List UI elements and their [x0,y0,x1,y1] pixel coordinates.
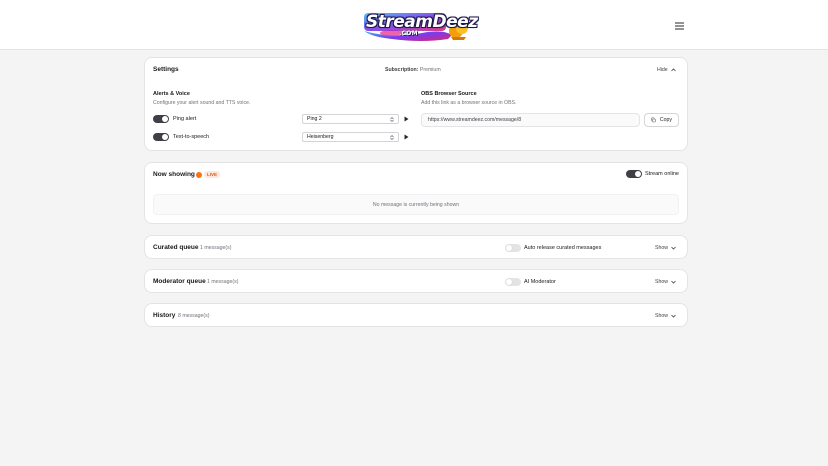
settings-title: Settings [153,66,179,73]
toggle-knob [162,134,168,140]
alerts-voice-title: Alerts & Voice [153,91,190,97]
tts-voice-value: Heisenberg [307,134,334,140]
ping-sound-select[interactable]: Ping 2 [302,114,399,124]
copy-icon [651,117,656,123]
ping-sound-value: Ping 2 [307,116,322,122]
chevron-down-icon [671,246,676,250]
alerts-voice-description: Configure your alert sound and TTS voice… [153,100,251,106]
toggle-knob [635,171,641,177]
history-show-button[interactable]: Show [655,313,676,319]
tts-voice-select[interactable]: Heisenberg [302,132,399,142]
live-indicator-dot [196,172,202,178]
logo-subtext: .COM [399,30,418,37]
play-icon [404,134,408,140]
ping-play-button[interactable] [401,114,411,124]
subscription-status: Subscription: Premium [385,67,441,73]
tts-play-button[interactable] [401,132,411,142]
obs-url-value: https://www.streamdeez.com/message/8 [428,117,522,123]
streamdeez-logo[interactable]: StreamDeez .COM [362,9,478,41]
history-count: 8 message(s) [178,313,210,319]
moderator-queue-show-button[interactable]: Show [655,279,676,285]
ai-moderator-label: AI Moderator [524,279,556,285]
now-showing-empty-state: No message is currently being shown [153,194,679,215]
curated-queue-card[interactable]: Curated queue 1 message(s) Auto release … [144,235,688,259]
play-icon [404,116,408,122]
stream-online-toggle[interactable] [626,170,642,178]
moderator-queue-count: 1 message(s) [207,279,239,285]
ping-alert-toggle[interactable] [153,115,169,123]
subscription-label: Subscription: [385,67,419,73]
now-showing-title: Now showing [153,171,195,178]
moderator-queue-title: Moderator queue [153,278,206,285]
auto-release-toggle[interactable] [505,244,521,252]
hide-label: Hide [657,67,668,73]
top-header: StreamDeez .COM [0,0,828,50]
obs-url-field[interactable]: https://www.streamdeez.com/message/8 [421,113,640,127]
show-label: Show [655,279,668,285]
subscription-value: Premium [419,67,441,73]
history-title: History [153,312,176,319]
curated-queue-count: 1 message(s) [200,245,232,251]
ai-moderator-toggle[interactable] [505,278,521,286]
stream-online-label: Stream online [645,171,679,177]
select-arrows-icon [390,116,394,122]
show-label: Show [655,245,668,251]
live-badge: LIVE [204,171,221,178]
tts-toggle[interactable] [153,133,169,141]
empty-message: No message is currently being shown [372,201,460,208]
toggle-knob [506,279,512,285]
logo-text: StreamDeez [366,12,478,32]
moderator-queue-card[interactable]: Moderator queue 1 message(s) AI Moderato… [144,269,688,293]
obs-source-title: OBS Browser Source [421,91,477,97]
ping-alert-label: Ping alert [173,116,197,122]
curated-queue-show-button[interactable]: Show [655,245,676,251]
hamburger-menu-icon [674,22,684,30]
toggle-knob [506,245,512,251]
toggle-knob [162,116,168,122]
show-label: Show [655,313,668,319]
auto-release-label: Auto release curated messages [524,245,602,251]
tts-label: Text-to-speech [173,134,210,140]
select-arrows-icon [390,134,394,140]
settings-hide-button[interactable]: Hide [657,67,676,73]
obs-source-description: Add this link as a browser source in OBS… [421,100,517,106]
curated-queue-title: Curated queue [153,244,199,251]
copy-url-button[interactable]: Copy [644,113,679,127]
chevron-up-icon [670,68,676,72]
live-badge-label: LIVE [207,172,218,177]
history-card[interactable]: History 8 message(s) Show [144,303,688,327]
chevron-down-icon [671,314,676,318]
copy-label: Copy [659,117,672,123]
settings-card: Settings Subscription: Premium Hide Aler… [144,57,688,151]
hamburger-menu-button[interactable] [670,17,688,35]
chevron-down-icon [671,280,676,284]
now-showing-card: Now showing LIVE Stream online No messag… [144,162,688,224]
